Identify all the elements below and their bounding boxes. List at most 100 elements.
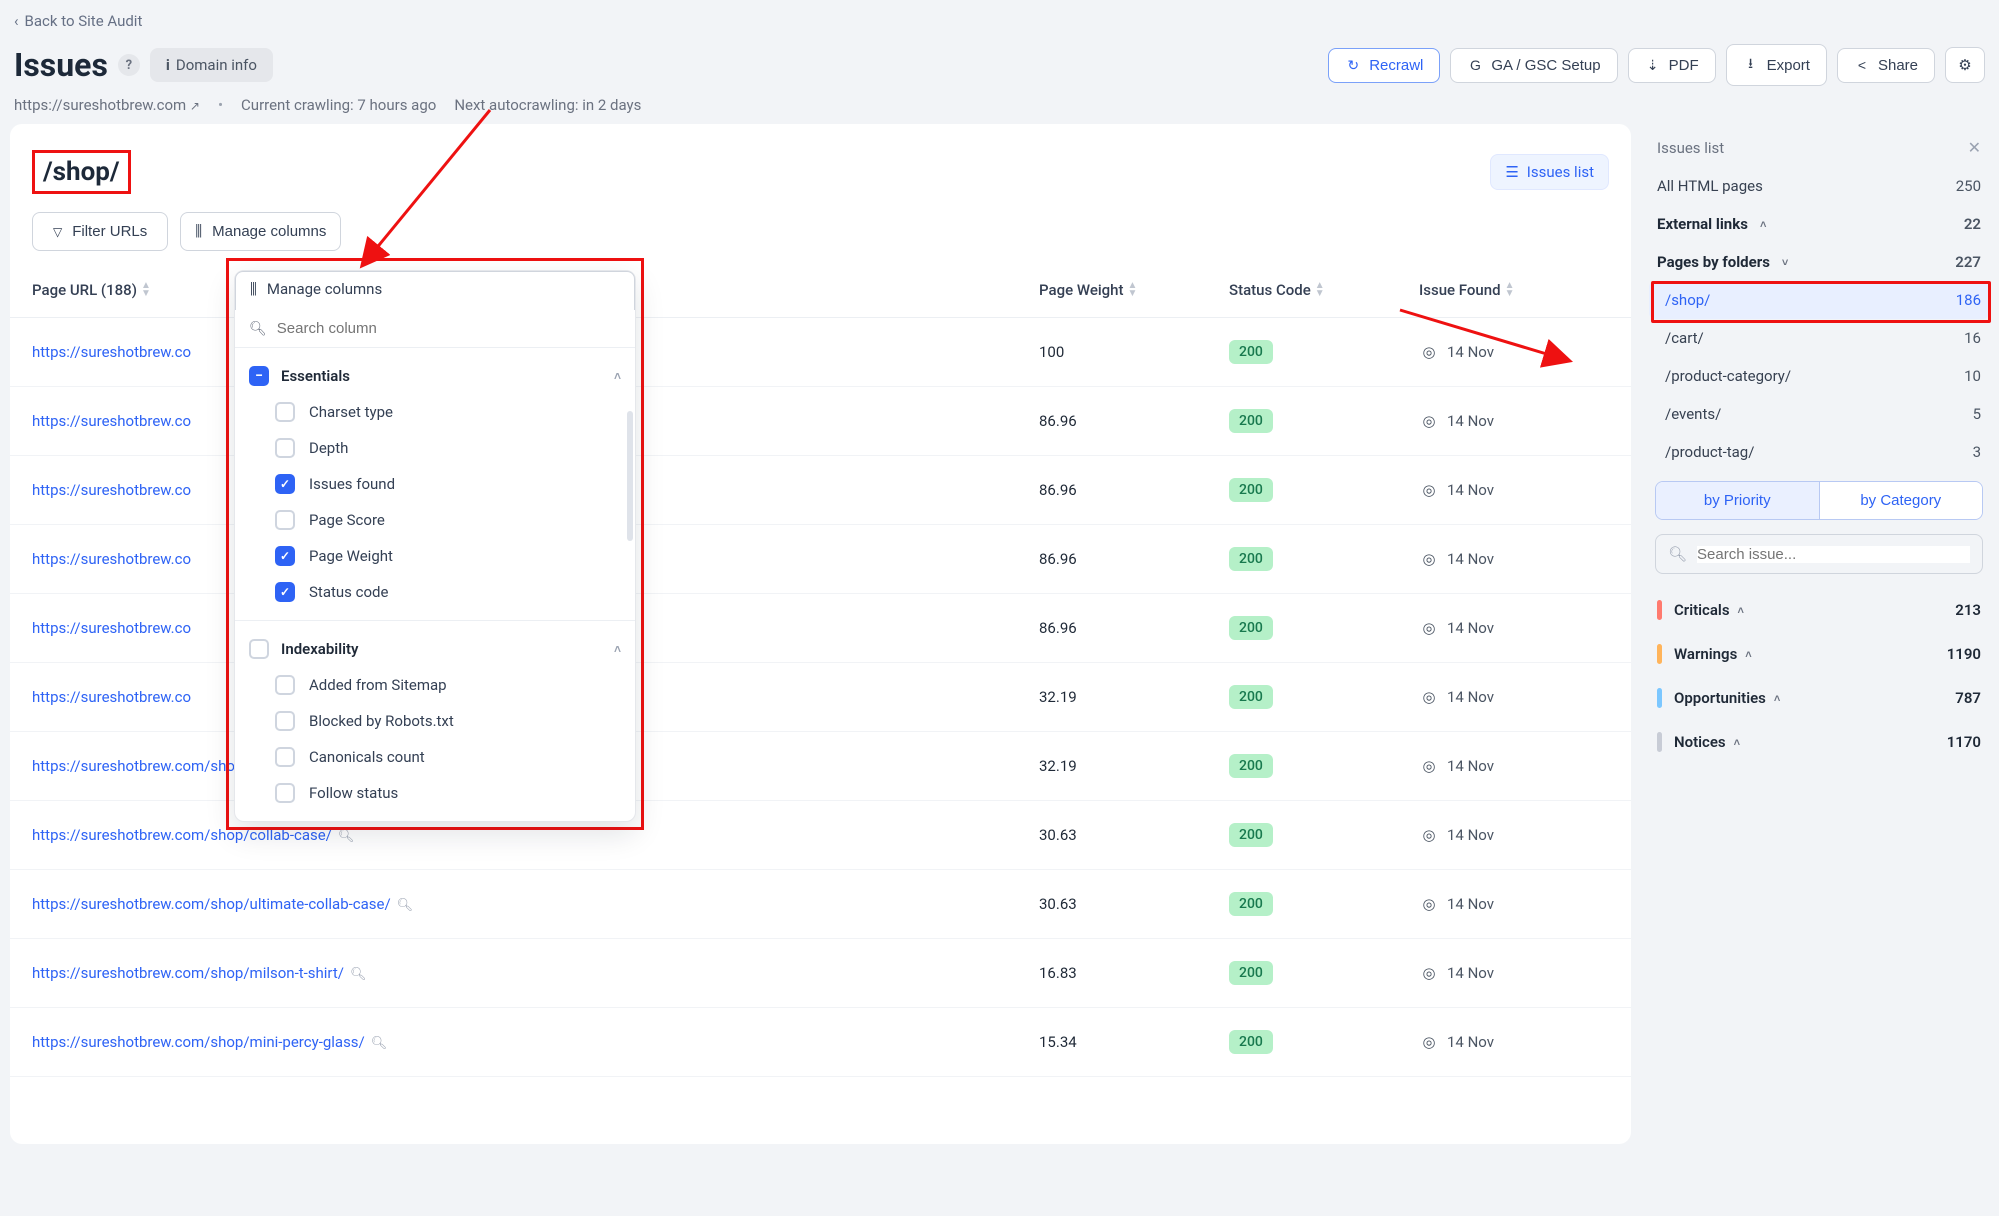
- checkbox[interactable]: [249, 639, 269, 659]
- col-status[interactable]: Status Code▲▼: [1229, 281, 1419, 299]
- cm-item[interactable]: Blocked by Robots.txt: [235, 703, 635, 739]
- page-url-link[interactable]: https://sureshotbrew.co: [32, 688, 191, 706]
- sp-all-html[interactable]: All HTML pages 250: [1649, 167, 1989, 205]
- cm-item-label: Blocked by Robots.txt: [309, 712, 454, 730]
- manage-columns-button[interactable]: ⫼ Manage columns: [180, 212, 341, 251]
- cm-item[interactable]: ✓Issues found: [235, 466, 635, 502]
- cm-item[interactable]: Added from Sitemap: [235, 667, 635, 703]
- page-weight: 86.96: [1039, 412, 1229, 430]
- issues-list-button[interactable]: ☰ Issues list: [1490, 154, 1609, 190]
- checkbox[interactable]: [275, 510, 295, 530]
- pdf-button[interactable]: ⇣ PDF: [1628, 48, 1716, 83]
- checkbox[interactable]: [275, 675, 295, 695]
- export-button[interactable]: ⭳ Export: [1726, 44, 1827, 86]
- autocrawl-meta: Next autocrawling: in 2 days: [454, 96, 641, 114]
- checkbox-checked[interactable]: ✓: [275, 474, 295, 494]
- folder-item[interactable]: /shop/186: [1649, 281, 1989, 319]
- cm-search-input[interactable]: [277, 320, 621, 337]
- magnify-icon[interactable]: 🔍︎: [338, 829, 355, 844]
- recrawl-button[interactable]: ↻ Recrawl: [1328, 48, 1440, 83]
- folder-label: /cart/: [1665, 329, 1704, 347]
- magnify-icon[interactable]: 🔍︎: [350, 967, 367, 982]
- sp-pages-by-folders[interactable]: Pages by folders˅ 227: [1649, 243, 1989, 281]
- page-url-link[interactable]: https://sureshotbrew.com/shop/milson-t-s…: [32, 964, 344, 982]
- folder-count: 16: [1964, 329, 1981, 347]
- chevron-up-icon: ˄: [614, 642, 621, 656]
- page-url-link[interactable]: https://sureshotbrew.co: [32, 412, 191, 430]
- severity-row[interactable]: Criticals˄213: [1649, 588, 1989, 632]
- ga-gsc-button[interactable]: G GA / GSC Setup: [1450, 48, 1617, 83]
- cm-search[interactable]: 🔍︎: [235, 310, 635, 348]
- checkbox[interactable]: [275, 783, 295, 803]
- cm-group-header[interactable]: −Essentials˄: [235, 358, 635, 394]
- magnify-icon[interactable]: 🔍︎: [371, 1036, 388, 1051]
- sp-external[interactable]: External links˄ 22: [1649, 205, 1989, 243]
- page-url-link[interactable]: https://sureshotbrew.co: [32, 550, 191, 568]
- chevron-up-icon: ˄: [1745, 648, 1751, 661]
- cm-group-header[interactable]: Indexability˄: [235, 631, 635, 667]
- severity-row[interactable]: Opportunities˄787: [1649, 676, 1989, 720]
- column-manager-popover: ⫼ Manage columns 🔍︎ −Essentials˄Charset …: [234, 270, 636, 822]
- magnify-icon[interactable]: 🔍︎: [397, 898, 414, 913]
- back-link[interactable]: ‹ Back to Site Audit: [14, 12, 142, 30]
- checkbox-indeterminate[interactable]: −: [249, 366, 269, 386]
- help-icon[interactable]: ?: [118, 54, 140, 76]
- columns-icon: ⫼: [195, 223, 202, 240]
- seg-category[interactable]: by Category: [1819, 482, 1983, 519]
- cm-item[interactable]: ✓Status code: [235, 574, 635, 610]
- checkbox[interactable]: [275, 438, 295, 458]
- page-url-link[interactable]: https://sureshotbrew.co: [32, 481, 191, 499]
- folder-count: 10: [1964, 367, 1981, 385]
- table-row: https://sureshotbrew.com/shop/milson-t-s…: [10, 939, 1631, 1008]
- folder-item[interactable]: /product-tag/3: [1649, 433, 1989, 471]
- checkbox[interactable]: [275, 747, 295, 767]
- search-issue-input[interactable]: [1697, 546, 1970, 563]
- issue-found: ◎14 Nov: [1419, 342, 1609, 362]
- page-url-link[interactable]: https://sureshotbrew.com/shop/mini-percy…: [32, 1033, 365, 1051]
- target-icon: ◎: [1419, 618, 1439, 638]
- cm-item[interactable]: Depth: [235, 430, 635, 466]
- share-button[interactable]: < Share: [1837, 48, 1935, 83]
- cm-header[interactable]: ⫼ Manage columns: [235, 271, 635, 310]
- folder-item[interactable]: /events/5: [1649, 395, 1989, 433]
- status-code: 200: [1229, 616, 1273, 640]
- settings-button[interactable]: ⚙: [1945, 47, 1985, 83]
- page-url-link[interactable]: https://sureshotbrew.com/shop/collab-cas…: [32, 826, 332, 844]
- folder-label: /product-tag/: [1665, 443, 1754, 461]
- page-url-link[interactable]: https://sureshotbrew.com/shop/ultimate-c…: [32, 895, 391, 913]
- col-weight[interactable]: Page Weight▲▼: [1039, 281, 1229, 299]
- folder-item[interactable]: /cart/16: [1649, 319, 1989, 357]
- folder-item[interactable]: /product-category/10: [1649, 357, 1989, 395]
- col-issue[interactable]: Issue Found▲▼: [1419, 281, 1609, 299]
- external-link-icon: ↗: [190, 99, 200, 113]
- page-url-link[interactable]: https://sureshotbrew.co: [32, 343, 191, 361]
- search-issue[interactable]: 🔍︎: [1655, 534, 1983, 574]
- cm-item[interactable]: Follow status: [235, 775, 635, 811]
- issue-found: ◎14 Nov: [1419, 549, 1609, 569]
- checkbox[interactable]: [275, 402, 295, 422]
- checkbox-checked[interactable]: ✓: [275, 582, 295, 602]
- issue-found: ◎14 Nov: [1419, 480, 1609, 500]
- download-icon: ⭳: [1743, 53, 1759, 77]
- scrollbar-thumb[interactable]: [627, 411, 633, 541]
- domain-info-chip[interactable]: i Domain info: [150, 48, 273, 82]
- cm-item[interactable]: Canonicals count: [235, 739, 635, 775]
- status-code: 200: [1229, 478, 1273, 502]
- severity-count: 1170: [1947, 733, 1981, 751]
- filter-urls-button[interactable]: ▽ Filter URLs: [32, 212, 168, 251]
- checkbox-checked[interactable]: ✓: [275, 546, 295, 566]
- close-icon[interactable]: ✕: [1968, 138, 1981, 157]
- cm-item[interactable]: Page Score: [235, 502, 635, 538]
- cm-item-label: Canonicals count: [309, 748, 425, 766]
- cm-item[interactable]: Charset type: [235, 394, 635, 430]
- page-weight: 86.96: [1039, 619, 1229, 637]
- severity-label: Opportunities: [1674, 689, 1766, 707]
- page-url-link[interactable]: https://sureshotbrew.co: [32, 619, 191, 637]
- domain-url[interactable]: https://sureshotbrew.com ↗: [14, 96, 200, 114]
- checkbox[interactable]: [275, 711, 295, 731]
- seg-priority[interactable]: by Priority: [1656, 482, 1819, 519]
- cm-item[interactable]: ✓Page Weight: [235, 538, 635, 574]
- severity-row[interactable]: Notices˄1170: [1649, 720, 1989, 764]
- folder-label: /events/: [1665, 405, 1721, 423]
- severity-row[interactable]: Warnings˄1190: [1649, 632, 1989, 676]
